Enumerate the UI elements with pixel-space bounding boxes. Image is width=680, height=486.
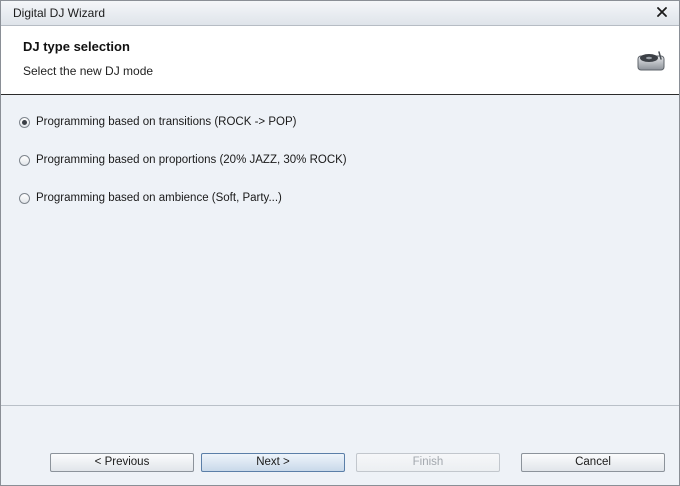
previous-button[interactable]: < Previous bbox=[50, 453, 194, 472]
radio-ambience[interactable] bbox=[19, 192, 30, 204]
finish-button: Finish bbox=[356, 453, 500, 472]
wizard-window: Digital DJ Wizard DJ type selection Sele… bbox=[0, 0, 680, 486]
radio-transitions[interactable] bbox=[19, 116, 30, 128]
title-bar[interactable]: Digital DJ Wizard bbox=[1, 1, 679, 26]
close-button[interactable] bbox=[653, 3, 671, 21]
option-label: Programming based on transitions (ROCK -… bbox=[36, 116, 297, 128]
option-ambience[interactable]: Programming based on ambience (Soft, Par… bbox=[19, 189, 282, 207]
option-label: Programming based on proportions (20% JA… bbox=[36, 154, 347, 166]
option-proportions[interactable]: Programming based on proportions (20% JA… bbox=[19, 151, 347, 169]
radio-proportions[interactable] bbox=[19, 154, 30, 166]
option-label: Programming based on ambience (Soft, Par… bbox=[36, 192, 282, 204]
wizard-footer: < Previous Next > Finish Cancel bbox=[1, 406, 679, 485]
turntable-icon bbox=[637, 51, 665, 71]
option-transitions[interactable]: Programming based on transitions (ROCK -… bbox=[19, 113, 296, 131]
options-panel: Programming based on transitions (ROCK -… bbox=[1, 95, 679, 405]
wizard-header: DJ type selection Select the new DJ mode bbox=[1, 26, 679, 95]
cancel-button[interactable]: Cancel bbox=[521, 453, 665, 472]
next-button[interactable]: Next > bbox=[201, 453, 345, 472]
page-title: DJ type selection bbox=[23, 39, 130, 54]
close-icon bbox=[657, 7, 667, 17]
page-subtitle: Select the new DJ mode bbox=[23, 64, 154, 78]
window-title: Digital DJ Wizard bbox=[13, 6, 106, 20]
